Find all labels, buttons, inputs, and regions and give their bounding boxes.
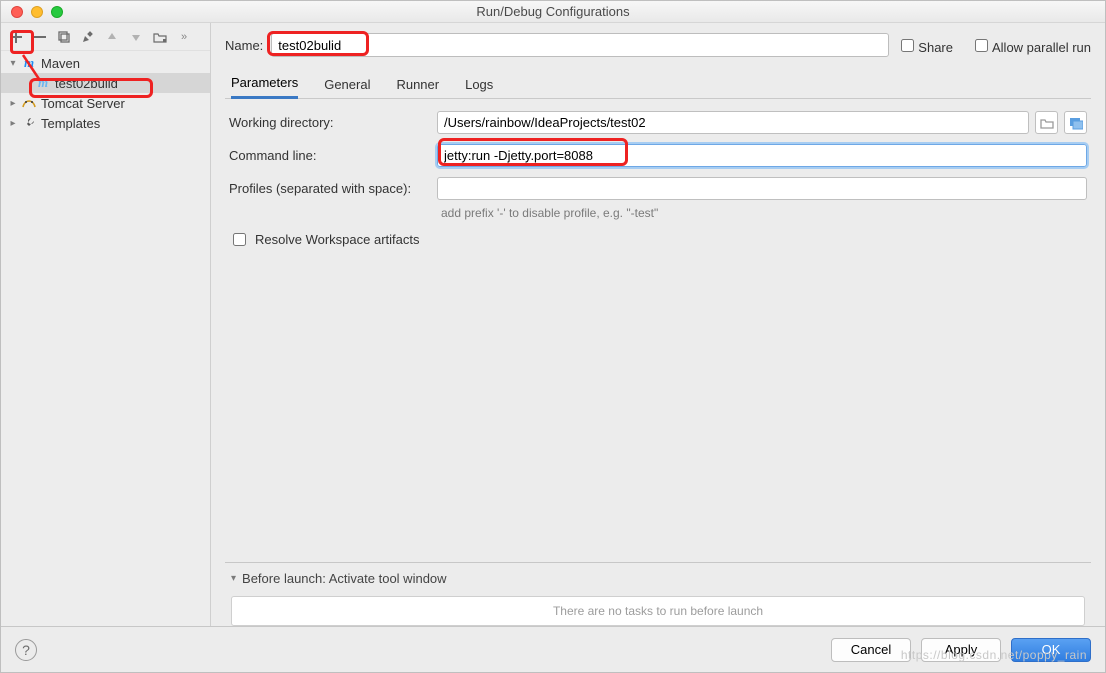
profiles-hint: add prefix '-' to disable profile, e.g. … <box>441 206 1087 220</box>
share-checkbox[interactable]: Share <box>897 36 953 55</box>
tab-general[interactable]: General <box>324 77 370 98</box>
chevron-right-icon: ▸ <box>7 118 19 129</box>
tab-logs[interactable]: Logs <box>465 77 493 98</box>
resolve-workspace-label: Resolve Workspace artifacts <box>255 232 420 247</box>
insert-macro-button[interactable] <box>1064 111 1087 134</box>
chevron-down-icon: ▾ <box>231 573 236 584</box>
tree-node-test02bulid[interactable]: m test02bulid <box>1 73 210 93</box>
tabs: Parameters General Runner Logs <box>225 71 1091 99</box>
edit-defaults-button[interactable] <box>77 27 99 47</box>
sidebar: » ▾ m Maven m test02bulid ▸ <box>1 23 211 626</box>
cmd-label: Command line: <box>229 148 437 163</box>
cancel-button[interactable]: Cancel <box>831 638 911 662</box>
tree-label: test02bulid <box>55 76 118 91</box>
expand-toolbar-button[interactable]: » <box>173 27 195 47</box>
right-pane: Name: Share Allow parallel run Parameter… <box>211 23 1105 626</box>
folder-button[interactable] <box>149 27 171 47</box>
name-label: Name: <box>225 38 263 53</box>
maven-icon: m <box>21 55 37 71</box>
maven-icon: m <box>35 75 51 91</box>
apply-button[interactable]: Apply <box>921 638 1001 662</box>
resolve-workspace-checkbox[interactable] <box>233 233 246 246</box>
config-tree: ▾ m Maven m test02bulid ▸ Tomcat Server <box>1 51 210 626</box>
titlebar: Run/Debug Configurations <box>1 1 1105 23</box>
tree-label: Maven <box>41 56 80 71</box>
before-launch-header[interactable]: ▾ Before launch: Activate tool window <box>225 571 1091 586</box>
footer: ? Cancel Apply OK <box>1 626 1105 672</box>
tab-runner[interactable]: Runner <box>396 77 439 98</box>
parallel-checkbox[interactable]: Allow parallel run <box>971 36 1091 55</box>
add-config-button[interactable] <box>5 27 27 47</box>
before-launch-tasks: There are no tasks to run before launch <box>231 596 1085 626</box>
name-input[interactable] <box>271 33 889 57</box>
chevron-down-icon: ▾ <box>7 58 19 69</box>
copy-config-button[interactable] <box>53 27 75 47</box>
wrench-icon <box>21 115 37 131</box>
move-up-button[interactable] <box>101 27 123 47</box>
tree-node-tomcat[interactable]: ▸ Tomcat Server <box>1 93 210 113</box>
help-button[interactable]: ? <box>15 639 37 661</box>
tree-label: Templates <box>41 116 100 131</box>
move-down-button[interactable] <box>125 27 147 47</box>
tree-node-templates[interactable]: ▸ Templates <box>1 113 210 133</box>
chevron-right-icon: ▸ <box>7 98 19 109</box>
tree-label: Tomcat Server <box>41 96 125 111</box>
tab-parameters[interactable]: Parameters <box>231 75 298 99</box>
cmd-input[interactable] <box>437 144 1087 167</box>
browse-folder-button[interactable] <box>1035 111 1058 134</box>
remove-config-button[interactable] <box>29 27 51 47</box>
window-title: Run/Debug Configurations <box>1 4 1105 19</box>
workdir-label: Working directory: <box>229 115 437 130</box>
sidebar-toolbar: » <box>1 23 210 51</box>
ok-button[interactable]: OK <box>1011 638 1091 662</box>
profiles-input[interactable] <box>437 177 1087 200</box>
tree-node-maven[interactable]: ▾ m Maven <box>1 53 210 73</box>
workdir-input[interactable] <box>437 111 1029 134</box>
profiles-label: Profiles (separated with space): <box>229 181 437 196</box>
tomcat-icon <box>21 95 37 111</box>
